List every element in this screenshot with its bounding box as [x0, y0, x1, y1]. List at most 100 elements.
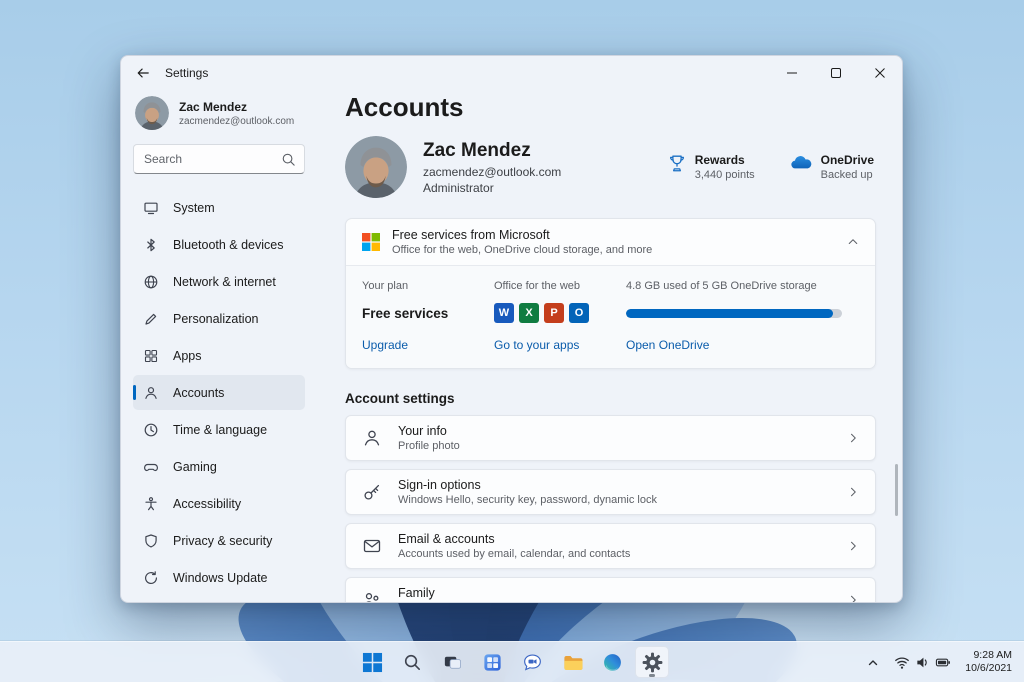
controller-icon	[143, 459, 159, 475]
sidebar-item-gaming[interactable]: Gaming	[133, 449, 305, 484]
avatar	[345, 136, 407, 198]
setting-subtitle: Windows Hello, security key, password, d…	[398, 494, 657, 506]
rewards-badge[interactable]: Rewards 3,440 points	[667, 153, 755, 181]
rewards-points: 3,440 points	[694, 169, 755, 181]
avatar	[135, 96, 169, 130]
excel-icon[interactable]: X	[519, 303, 539, 323]
page-title: Accounts	[345, 92, 464, 122]
setting-title: Family	[398, 586, 435, 600]
system-tray[interactable]	[888, 647, 957, 677]
close-button[interactable]	[858, 56, 902, 90]
maximize-icon	[831, 68, 841, 78]
profile-header: Zac Mendez zacmendez@outlook.com Adminis…	[345, 136, 876, 198]
sidebar-user-email: zacmendez@outlook.com	[179, 115, 295, 127]
setting-row-email-accounts[interactable]: Email & accounts Accounts used by email,…	[345, 523, 876, 569]
bluetooth-icon	[143, 237, 159, 253]
family-icon	[362, 590, 382, 602]
onedrive-badge[interactable]: OneDrive Backed up	[789, 153, 874, 181]
sidebar-item-windows-update[interactable]: Windows Update	[133, 560, 305, 595]
chevron-right-icon	[847, 486, 859, 498]
task-view-button[interactable]	[435, 646, 469, 678]
chevron-right-icon	[847, 540, 859, 552]
sidebar-item-bluetooth-devices[interactable]: Bluetooth & devices	[133, 227, 305, 262]
setting-title: Your info	[398, 424, 447, 438]
plan-value: Free services	[362, 305, 449, 321]
edge-button[interactable]	[595, 646, 629, 678]
setting-subtitle: Accounts used by email, calendar, and co…	[398, 548, 631, 560]
clock-date: 10/6/2021	[965, 662, 1012, 674]
key-icon	[362, 482, 382, 502]
widgets-button[interactable]	[475, 646, 509, 678]
free-services-header[interactable]: Free services from Microsoft Office for …	[346, 219, 875, 265]
onedrive-label: OneDrive	[820, 153, 874, 167]
sidebar-item-time-language[interactable]: Time & language	[133, 412, 305, 447]
card-title: Free services from Microsoft	[392, 228, 550, 242]
gear-icon	[642, 652, 662, 672]
sidebar-item-label: Gaming	[173, 459, 217, 474]
onedrive-status: Backed up	[820, 169, 873, 181]
settings-window: Settings Zac Mendez zacmendez@outlook.co…	[120, 55, 903, 603]
main-content: Accounts Zac Mendez zacmendez@outlook.co…	[317, 90, 902, 602]
edge-icon	[603, 653, 621, 671]
widgets-icon	[483, 653, 501, 671]
scrollbar-thumb[interactable]	[895, 464, 898, 516]
person-icon	[143, 385, 159, 401]
account-settings-header: Account settings	[345, 391, 455, 406]
sidebar-item-label: Time & language	[173, 422, 268, 437]
card-subtitle: Office for the web, OneDrive cloud stora…	[392, 244, 653, 256]
go-to-apps-link[interactable]: Go to your apps	[494, 338, 626, 352]
sidebar-item-system[interactable]: System	[133, 190, 305, 225]
account-settings-list: Your info Profile photo Sign-in options …	[345, 415, 876, 602]
upgrade-link[interactable]: Upgrade	[362, 338, 494, 352]
search-icon	[404, 654, 420, 670]
sidebar-item-label: Privacy & security	[173, 533, 273, 548]
sidebar-item-label: System	[173, 200, 215, 215]
sidebar-item-privacy-security[interactable]: Privacy & security	[133, 523, 305, 558]
minimize-button[interactable]	[770, 56, 814, 90]
start-button[interactable]	[355, 646, 389, 678]
microsoft-logo	[362, 233, 380, 251]
chevron-up-icon[interactable]	[847, 236, 859, 248]
sidebar-item-accessibility[interactable]: Accessibility	[133, 486, 305, 521]
accessibility-icon	[143, 496, 159, 512]
sidebar-item-network-internet[interactable]: Network & internet	[133, 264, 305, 299]
chevron-up-icon	[869, 659, 878, 665]
chat-button[interactable]	[515, 646, 549, 678]
setting-row-family[interactable]: Family Manage your family group, edit ac…	[345, 577, 876, 602]
monitor-icon	[143, 200, 159, 216]
sidebar-item-apps[interactable]: Apps	[133, 338, 305, 373]
search-input[interactable]	[134, 145, 304, 173]
taskbar-clock[interactable]: 9:28 AM 10/6/2021	[961, 649, 1020, 675]
search-box	[133, 144, 305, 174]
caption-buttons	[770, 56, 902, 90]
update-arrows-icon	[143, 570, 159, 586]
maximize-button[interactable]	[814, 56, 858, 90]
sidebar-user[interactable]: Zac Mendez zacmendez@outlook.com	[133, 92, 305, 144]
hidden-icons-button[interactable]	[862, 647, 884, 677]
taskbar-search-button[interactable]	[395, 646, 429, 678]
open-onedrive-link[interactable]: Open OneDrive	[626, 338, 859, 352]
setting-title: Email & accounts	[398, 532, 495, 546]
minimize-icon	[787, 72, 797, 74]
sidebar-item-accounts[interactable]: Accounts	[133, 375, 305, 410]
file-explorer-button[interactable]	[555, 646, 589, 678]
setting-row-sign-in-options[interactable]: Sign-in options Windows Hello, security …	[345, 469, 876, 515]
task-view-icon	[444, 656, 461, 669]
sidebar-item-label: Personalization	[173, 311, 259, 326]
chat-icon	[523, 653, 541, 670]
powerpoint-icon[interactable]: P	[544, 303, 564, 323]
outlook-icon[interactable]: O	[569, 303, 589, 323]
onedrive-progress-fill	[626, 308, 834, 318]
battery-icon	[936, 658, 951, 666]
back-button[interactable]	[127, 60, 159, 86]
word-icon[interactable]: W	[494, 303, 514, 323]
onedrive-storage-bar	[626, 308, 842, 318]
sidebar-item-label: Apps	[173, 348, 202, 363]
volume-icon	[917, 657, 928, 667]
rewards-label: Rewards	[694, 153, 745, 167]
setting-row-your-info[interactable]: Your info Profile photo	[345, 415, 876, 461]
sidebar-item-personalization[interactable]: Personalization	[133, 301, 305, 336]
apps-grid-icon	[143, 348, 159, 364]
taskbar-settings-button[interactable]	[635, 646, 669, 678]
person-icon	[362, 428, 382, 448]
